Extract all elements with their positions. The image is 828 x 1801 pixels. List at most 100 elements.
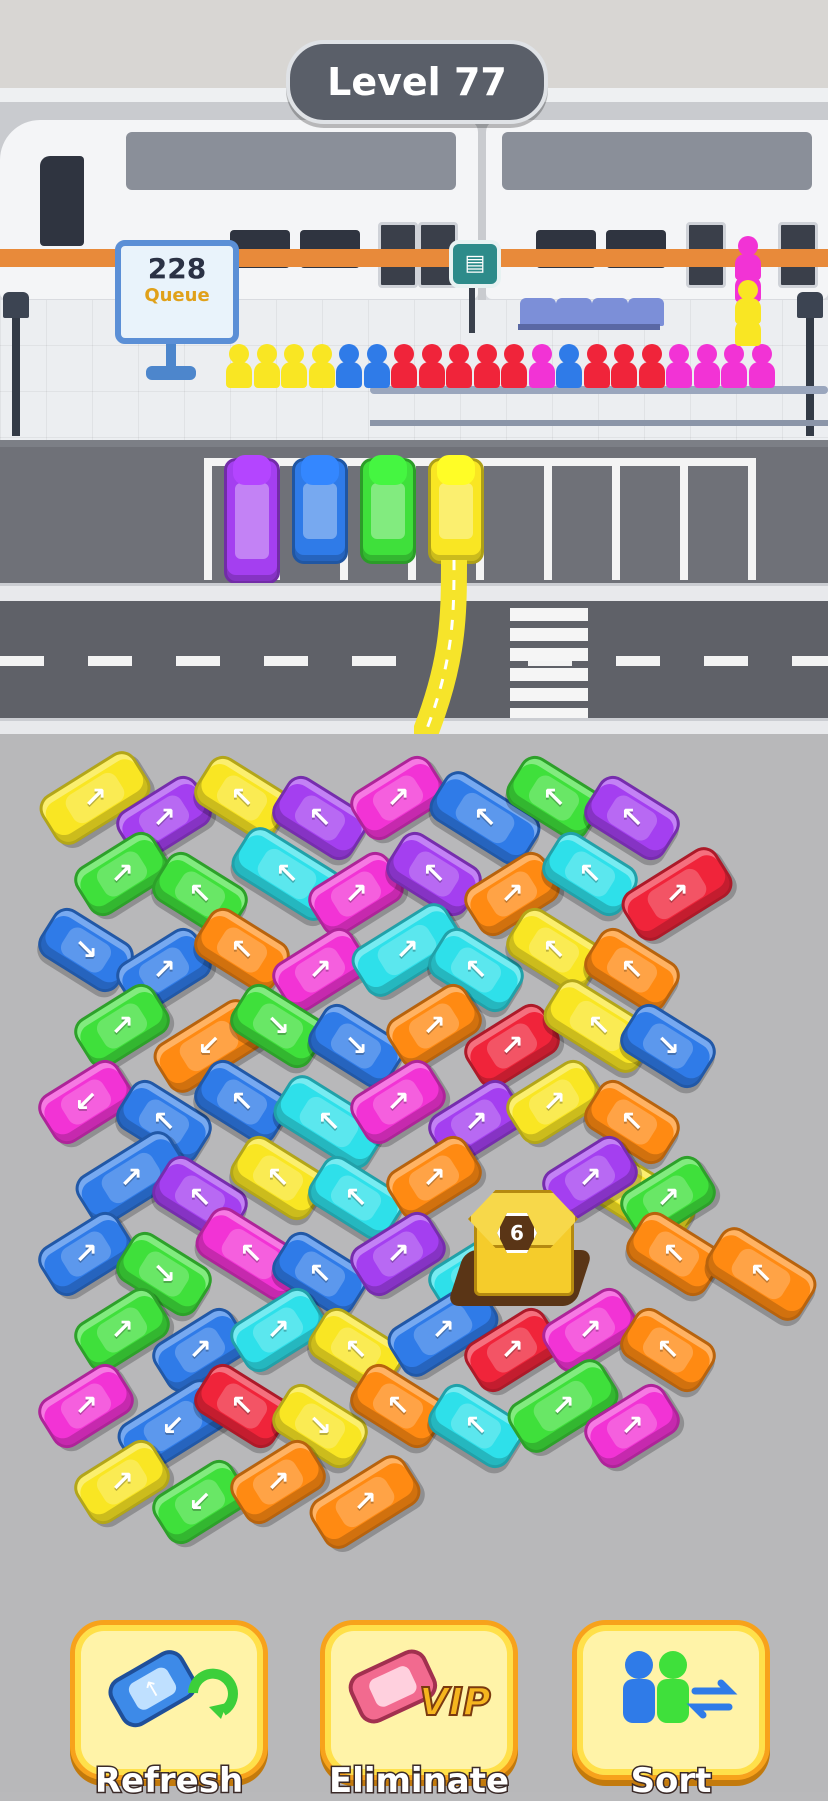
- direction-arrow-icon: ↖: [620, 801, 644, 834]
- parking-slot-line: [680, 458, 688, 580]
- lane-dash: [264, 656, 308, 666]
- vip-car-icon: VIP: [348, 1649, 492, 1725]
- refresh-button[interactable]: ↑ Refresh: [70, 1620, 268, 1801]
- direction-arrow-icon: ↖: [662, 1237, 686, 1270]
- direction-arrow-icon: ↗: [344, 877, 368, 910]
- queue-person: [528, 344, 555, 388]
- lamp-post-left: [12, 312, 20, 436]
- parking-slot-line: [544, 458, 552, 580]
- crosswalk-stripe: [510, 688, 588, 701]
- parking-slot-line: [748, 458, 756, 580]
- queue-person: [253, 344, 280, 388]
- direction-arrow-icon: ↗: [578, 1161, 602, 1194]
- lamp-icon: [3, 292, 29, 318]
- eliminate-label: Eliminate: [327, 1760, 510, 1801]
- queue-person: [363, 344, 390, 388]
- crosswalk-stripe: [510, 668, 588, 681]
- direction-arrow-icon: ↗: [110, 1465, 134, 1498]
- eliminate-button[interactable]: VIP Eliminate: [320, 1620, 518, 1801]
- sort-people-icon: [623, 1651, 738, 1723]
- direction-arrow-icon: ↖: [344, 1333, 368, 1366]
- level-indicator: Level 77: [286, 40, 548, 124]
- bench-seat: [520, 298, 556, 326]
- lane-dash: [352, 656, 396, 666]
- parked-car-purple: [224, 455, 280, 584]
- direction-arrow-icon: ↗: [152, 801, 176, 834]
- train-car-rear: [486, 120, 828, 305]
- queue-person: [226, 344, 252, 388]
- platform-railing-lower: [370, 420, 828, 426]
- lamp-icon: [797, 292, 823, 318]
- lane-dash: [704, 656, 748, 666]
- direction-arrow-icon: ↗: [665, 877, 689, 910]
- direction-arrow-icon: ↗: [620, 1409, 644, 1442]
- direction-arrow-icon: ↖: [464, 953, 488, 986]
- lane-dash: [616, 656, 660, 666]
- parking-slot-line: [204, 458, 212, 580]
- crosswalk-stripe: [510, 608, 588, 621]
- crosswalk-stripe: [510, 628, 588, 641]
- bus-stop-icon: ▤: [449, 240, 501, 288]
- direction-arrow-icon: ↘: [308, 1409, 332, 1442]
- queue-label: Queue: [144, 285, 210, 306]
- parked-car-green: [360, 455, 416, 564]
- direction-arrow-icon: ↖: [656, 1333, 680, 1366]
- direction-arrow-icon: ↗: [386, 1237, 410, 1270]
- direction-arrow-icon: ↗: [74, 1389, 98, 1422]
- queue-person: [336, 344, 362, 388]
- lane-dash: [792, 656, 828, 666]
- queue-board-foot: [146, 366, 196, 380]
- direction-arrow-icon: ↖: [578, 857, 602, 890]
- lane-dash: [176, 656, 220, 666]
- direction-arrow-icon: ↗: [500, 1029, 524, 1062]
- direction-arrow-icon: ↗: [353, 1485, 377, 1518]
- direction-arrow-icon: ↗: [422, 1009, 446, 1042]
- crosswalk-stripe: [510, 648, 588, 661]
- direction-arrow-icon: ↗: [656, 1181, 680, 1214]
- queue-person: [666, 344, 692, 388]
- queue-person: [748, 344, 775, 388]
- direction-arrow-icon: ↗: [308, 953, 332, 986]
- queue-person: [418, 344, 445, 388]
- direction-arrow-icon: ↗: [422, 1161, 446, 1194]
- queue-person: [473, 344, 500, 388]
- refresh-car-icon: ↑: [108, 1650, 238, 1728]
- queue-person: [446, 344, 472, 388]
- queue-person: [721, 344, 747, 388]
- lamp-post-right: [806, 312, 814, 436]
- parked-car-yellow: [428, 455, 484, 564]
- lane-dash: [0, 656, 44, 666]
- direction-arrow-icon: ↗: [110, 1313, 134, 1346]
- sort-button[interactable]: Sort: [572, 1620, 770, 1801]
- direction-arrow-icon: ↖: [464, 1409, 488, 1442]
- train-car-front: [0, 120, 478, 305]
- direction-arrow-icon: ↗: [266, 1465, 290, 1498]
- queue-person: [281, 344, 307, 388]
- direction-arrow-icon: ↖: [230, 1085, 254, 1118]
- direction-arrow-icon: ↗: [500, 877, 524, 910]
- queue-person: [501, 344, 527, 388]
- direction-arrow-icon: ↘: [656, 1029, 680, 1062]
- sort-label: Sort: [629, 1760, 713, 1801]
- exit-path: [414, 560, 467, 760]
- direction-arrow-icon: ↗: [152, 953, 176, 986]
- direction-arrow-icon: ↘: [152, 1257, 176, 1290]
- direction-arrow-icon: ↖: [230, 933, 254, 966]
- direction-arrow-icon: ↖: [620, 1105, 644, 1138]
- direction-arrow-icon: ↗: [386, 1085, 410, 1118]
- direction-arrow-icon: ↖: [188, 877, 212, 910]
- vip-badge: VIP: [419, 1680, 491, 1724]
- queue-person: [308, 344, 335, 388]
- queue-person: [611, 344, 637, 388]
- lane-dash: [88, 656, 132, 666]
- direction-arrow-icon: ↘: [74, 933, 98, 966]
- direction-arrow-icon: ↖: [620, 953, 644, 986]
- queue-person: [693, 344, 720, 388]
- refresh-label: Refresh: [93, 1760, 244, 1801]
- queue-person: [391, 344, 417, 388]
- parked-car-blue: [292, 455, 348, 564]
- direction-arrow-icon: ↖: [749, 1257, 773, 1290]
- queue-person: [556, 344, 582, 388]
- direction-arrow-icon: ↗: [110, 1009, 134, 1042]
- bench-seat: [628, 298, 664, 326]
